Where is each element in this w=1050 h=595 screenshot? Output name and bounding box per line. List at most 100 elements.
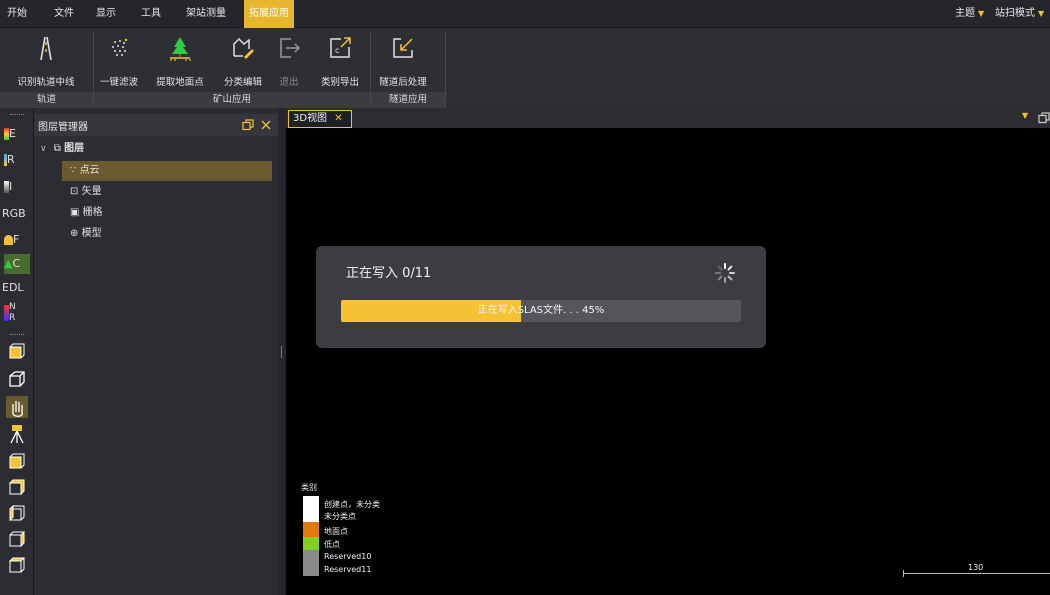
layer-manager-header: 图层管理器: [34, 114, 278, 136]
one-click-filter-label: 一键滤波: [99, 77, 138, 88]
chevron-down-icon: ▼: [978, 9, 985, 18]
feature-button[interactable]: F: [4, 230, 30, 250]
chevron-down-icon[interactable]: ▼: [1022, 111, 1028, 120]
tunnel-postprocess-label: 隧道后处理: [379, 77, 427, 88]
svg-text:c: c: [335, 46, 339, 55]
point-cloud-icon: ∵: [70, 165, 77, 176]
pan-hand-icon[interactable]: [6, 396, 28, 418]
class-export-button[interactable]: c 类别导出: [316, 32, 364, 88]
view-tab-bar: ▼: [286, 108, 1050, 128]
layer-item-point-cloud[interactable]: ∵ 点云: [70, 161, 100, 181]
legend-label: 创建点，未分类: [324, 500, 380, 509]
layer-item-label: 栅格: [82, 207, 103, 218]
3d-viewport[interactable]: [286, 128, 1050, 595]
tunnel-postprocess-icon: [393, 38, 413, 58]
scale-bar: [903, 573, 1050, 574]
extract-ground-points-label: 提取地面点: [156, 77, 204, 88]
layers-icon: ⧉: [53, 143, 61, 154]
chevron-down-icon: ▼: [1038, 9, 1045, 18]
vector-icon: ⊡: [70, 186, 79, 197]
edl-button[interactable]: EDL: [2, 278, 28, 298]
classify-edit-label: 分类编辑: [223, 77, 262, 88]
layer-item-label: 点云: [79, 165, 100, 176]
ribbon-group-mining: 矿山应用: [94, 92, 370, 108]
rgb-color-label: RGB: [2, 207, 26, 220]
legend-swatch: [303, 550, 319, 576]
class-export-icon: c: [330, 37, 351, 58]
layer-item-model[interactable]: ⊕ 模型: [70, 224, 102, 244]
intensity-button[interactable]: I: [4, 177, 30, 197]
layer-item-label: 模型: [81, 228, 102, 239]
feature-label: F: [13, 233, 20, 246]
legend-swatch: [303, 522, 319, 537]
classification-label: C: [12, 257, 21, 270]
scan-mode-menu[interactable]: 站扫模式 ▼: [995, 0, 1044, 28]
ribbon-group-track: 轨道: [0, 92, 93, 108]
exit-button[interactable]: 退出: [274, 32, 304, 88]
legend-swatch: [303, 537, 319, 550]
tab-3d-view[interactable]: 3D视图 ✕: [288, 110, 352, 128]
menu-tools[interactable]: 工具: [136, 0, 166, 28]
loading-spinner-icon: [715, 263, 735, 283]
layer-item-raster[interactable]: ▣ 栅格: [70, 203, 103, 223]
scale-bar-label: 130: [968, 563, 984, 572]
edl-label: EDL: [2, 281, 24, 294]
view-front-icon[interactable]: [8, 452, 26, 470]
exit-arrow-icon: [280, 38, 301, 58]
theme-label: 主题: [955, 8, 975, 19]
reflectance-button[interactable]: R: [4, 150, 30, 170]
legend-label: 未分类点: [324, 512, 356, 521]
view-top-icon[interactable]: [8, 556, 26, 574]
normal-render-label: N R: [9, 302, 16, 323]
classify-edit-button[interactable]: 分类编辑: [220, 32, 266, 88]
progress-dialog-title: 正在写入 0/11: [346, 266, 432, 281]
legend-label: 地面点: [324, 527, 348, 536]
filter-dots-icon: [112, 38, 128, 56]
model-icon: ⊕: [70, 228, 79, 239]
raster-icon: ▣: [70, 207, 80, 218]
station-tripod-icon[interactable]: [8, 424, 26, 444]
close-icon[interactable]: ✕: [334, 113, 342, 124]
layer-item-vector[interactable]: ⊡ 矢量: [70, 182, 102, 202]
layer-tree-root[interactable]: ∨ ⧉ 图层: [40, 139, 84, 159]
exit-label: 退出: [279, 77, 299, 88]
panel-splitter[interactable]: [278, 108, 286, 595]
legend-title: 类别: [301, 483, 317, 492]
close-icon[interactable]: [260, 119, 272, 131]
toolbar-grip: [10, 114, 24, 115]
scale-bar-tick: [903, 570, 904, 577]
layer-tree-root-label: 图层: [64, 143, 85, 154]
menu-extended-apps[interactable]: 拓展应用: [244, 0, 294, 28]
float-window-icon[interactable]: [242, 119, 254, 131]
perspective-cube-icon[interactable]: [8, 342, 26, 360]
elevation-color-button[interactable]: E: [4, 124, 30, 144]
menu-start[interactable]: 开始: [2, 0, 32, 28]
rgb-color-button[interactable]: RGB: [2, 204, 28, 224]
classification-button[interactable]: ▲C: [4, 254, 30, 274]
normal-render-button[interactable]: N R: [4, 302, 30, 328]
track-centerline-icon: [40, 36, 52, 61]
menu-bar: 开始 文件 显示 工具 架站测量 拓展应用 主题 ▼ 站扫模式 ▼: [0, 0, 1050, 28]
legend-label: Reserved10: [324, 552, 372, 561]
identify-track-centerline-button[interactable]: 识别轨道中线: [0, 32, 92, 88]
theme-menu[interactable]: 主题 ▼: [955, 0, 984, 28]
elevation-color-label: E: [9, 127, 16, 140]
menu-display[interactable]: 显示: [91, 0, 121, 28]
view-right-icon[interactable]: [8, 530, 26, 548]
extract-ground-points-button[interactable]: 提取地面点: [152, 32, 208, 88]
progress-bar: 正在写入SLAS文件. . . 45%: [341, 300, 741, 322]
menu-station-survey[interactable]: 架站测量: [181, 0, 231, 28]
tab-3d-view-label: 3D视图: [293, 113, 328, 124]
progress-bar-text: 正在写入SLAS文件. . . 45%: [477, 305, 605, 316]
view-back-icon[interactable]: [8, 478, 26, 496]
intensity-label: I: [9, 180, 13, 193]
float-window-icon[interactable]: [1038, 112, 1050, 124]
legend-label: Reserved11: [324, 565, 372, 574]
menu-file[interactable]: 文件: [49, 0, 79, 28]
orthographic-cube-icon[interactable]: [8, 370, 26, 388]
tunnel-postprocess-button[interactable]: 隧道后处理: [378, 32, 428, 88]
one-click-filter-button[interactable]: 一键滤波: [96, 32, 142, 88]
classify-edit-icon: [233, 37, 254, 59]
render-mode-toolbar: E R I RGB F ▲C EDL N R: [0, 108, 34, 595]
view-left-icon[interactable]: [8, 504, 26, 522]
